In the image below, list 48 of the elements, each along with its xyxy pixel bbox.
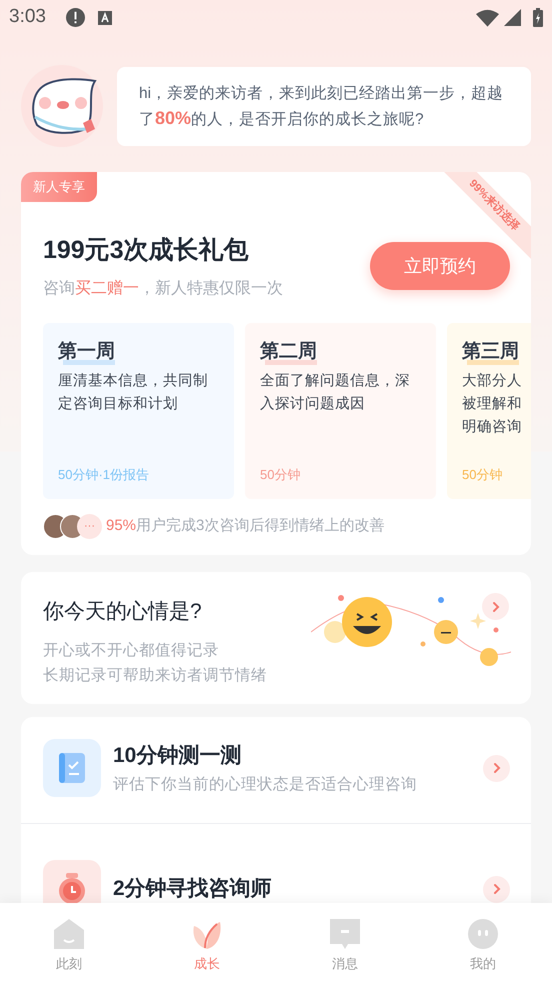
stat-text: 用户完成3次咨询后得到情绪上的改善 — [136, 516, 384, 536]
action-item[interactable]: 10分钟测一测 评估下你当前的心理状态是否适合心理咨询 — [21, 739, 531, 823]
week-description: 明确咨询 — [462, 418, 523, 437]
nav-tab[interactable]: 我的 — [414, 903, 552, 983]
week-meta: 50分钟 — [260, 466, 302, 484]
mood-title: 你今天的心情是? — [43, 599, 202, 625]
week-title: 第三周 — [462, 340, 519, 362]
action-title: 10分钟测一测 — [113, 742, 242, 769]
keyboard-icon — [98, 10, 112, 24]
week-description: 被理解和 — [462, 395, 523, 414]
week-meta: 50分钟 — [462, 466, 504, 484]
message-icon — [329, 918, 361, 950]
week-description: 入探讨问题成因 — [260, 395, 366, 414]
subtitle-text: 咨询 — [43, 278, 75, 298]
week-description: 全面了解问题信息，深 — [260, 372, 411, 391]
week-description: 定咨询目标和计划 — [58, 394, 179, 414]
status-time: 3:03 — [9, 5, 46, 30]
offer-text: 买二赠一 — [75, 278, 139, 298]
week-description: 大部分人 — [462, 372, 523, 391]
face-icon — [467, 918, 499, 950]
mood-description: 长期记录可帮助来访者调节情绪 — [43, 666, 268, 686]
more-avatars-icon: ··· — [77, 514, 102, 538]
nav-tab[interactable]: 成长 — [138, 903, 276, 983]
chevron-right-icon[interactable] — [482, 593, 509, 620]
nav-tab[interactable]: 此刻 — [0, 903, 138, 983]
alert-icon — [66, 8, 85, 27]
battery-icon — [533, 8, 543, 27]
checklist-icon — [43, 739, 101, 797]
subtitle-text: ，新人特惠仅限一次 — [139, 278, 283, 298]
nav-tab[interactable]: 消息 — [276, 903, 414, 983]
signal-icon — [504, 9, 521, 26]
action-title: 2分钟寻找咨询师 — [113, 876, 273, 902]
mood-description: 开心或不开心都值得记录 — [43, 640, 220, 660]
chevron-right-icon[interactable] — [483, 876, 510, 902]
week-description: 厘清基本信息，共同制 — [58, 372, 209, 391]
package-title: 199元3次成长礼包 — [43, 235, 250, 266]
week-title: 第一周 — [58, 340, 115, 362]
week-meta: 50分钟·1份报告 — [58, 466, 150, 484]
week-title: 第二周 — [260, 340, 317, 362]
chevron-right-icon[interactable] — [483, 754, 510, 782]
house-icon — [53, 918, 85, 950]
greeting-text: hi，亲爱的来访者，来到此刻已经踏出第一步，超越了80%的人，是否开启你的成长之旅呢? — [139, 84, 504, 130]
stat-highlight: 95% — [106, 516, 136, 536]
new-user-badge: 新人专享 — [21, 172, 97, 202]
action-subtitle: 评估下你当前的心理状态是否适合心理咨询 — [113, 775, 418, 796]
mood-card[interactable]: 你今天的心情是? 开心或不开心都值得记录 长期记录可帮助来访者调节情绪 — [21, 572, 531, 704]
book-now-button[interactable]: 立即预约 — [370, 242, 510, 290]
wifi-icon — [476, 8, 499, 26]
